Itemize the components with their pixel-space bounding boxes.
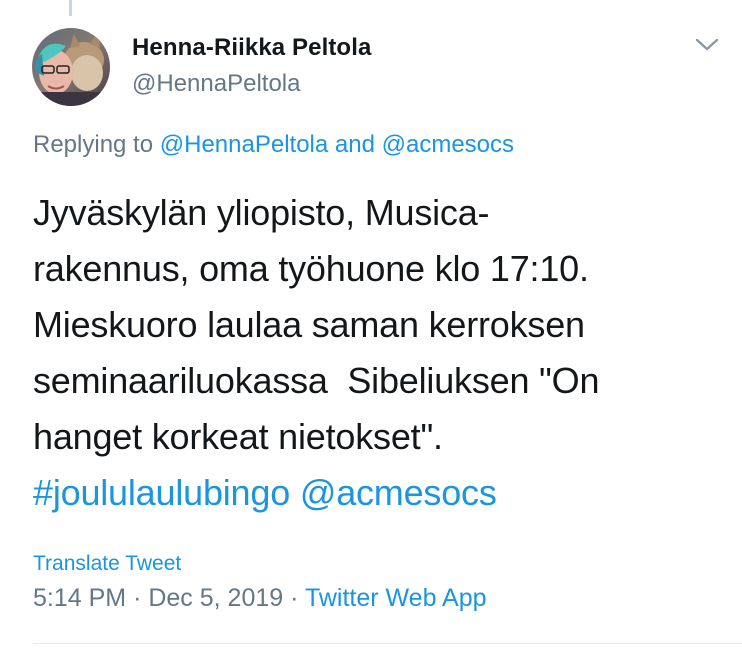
translate-tweet-link[interactable]: Translate Tweet bbox=[33, 550, 181, 578]
tweet-text-line: seminaariluokassa Sibeliuksen "On bbox=[33, 360, 600, 401]
replying-conjunction[interactable]: and bbox=[335, 131, 375, 158]
tweet-text: Jyväskylän yliopisto, Musica- rakennus, … bbox=[33, 185, 723, 521]
avatar[interactable] bbox=[32, 28, 110, 106]
author-block[interactable]: Henna-Riikka Peltola @HennaPeltola bbox=[132, 33, 371, 99]
tweet-time[interactable]: 5:14 PM bbox=[33, 584, 126, 612]
author-display-name[interactable]: Henna-Riikka Peltola bbox=[132, 33, 371, 63]
thread-connector-line bbox=[69, 0, 72, 16]
tweet-text-line: Jyväskylän yliopisto, Musica- bbox=[33, 192, 490, 233]
tweet-metadata: 5:14 PM · Dec 5, 2019 · Twitter Web App bbox=[33, 582, 487, 614]
tweet-text-line: Mieskuoro laulaa saman kerroksen bbox=[33, 304, 585, 345]
divider bbox=[33, 643, 742, 644]
tweet-text-line: rakennus, oma työhuone klo 17:10. bbox=[33, 248, 589, 289]
chevron-down-icon[interactable] bbox=[694, 34, 720, 54]
author-handle[interactable]: @HennaPeltola bbox=[132, 69, 371, 99]
mention-link[interactable]: @acmesocs bbox=[300, 472, 497, 513]
meta-separator: · bbox=[133, 584, 142, 612]
replying-mention-1[interactable]: @HennaPeltola bbox=[160, 131, 328, 158]
avatar-image bbox=[32, 28, 110, 106]
tweet-source-link[interactable]: Twitter Web App bbox=[305, 584, 487, 612]
replying-to-prefix: Replying to bbox=[33, 131, 154, 158]
replying-to: Replying to @HennaPeltola and @acmesocs bbox=[33, 130, 514, 160]
tweet-text-links-line: #joululaulubingo @acmesocs bbox=[33, 465, 723, 521]
replying-mention-2[interactable]: @acmesocs bbox=[382, 131, 514, 158]
tweet-text-line: hanget korkeat nietokset". bbox=[33, 416, 443, 457]
meta-separator: · bbox=[290, 584, 299, 612]
hashtag-link[interactable]: #joululaulubingo bbox=[33, 472, 290, 513]
tweet-date[interactable]: Dec 5, 2019 bbox=[148, 584, 283, 612]
